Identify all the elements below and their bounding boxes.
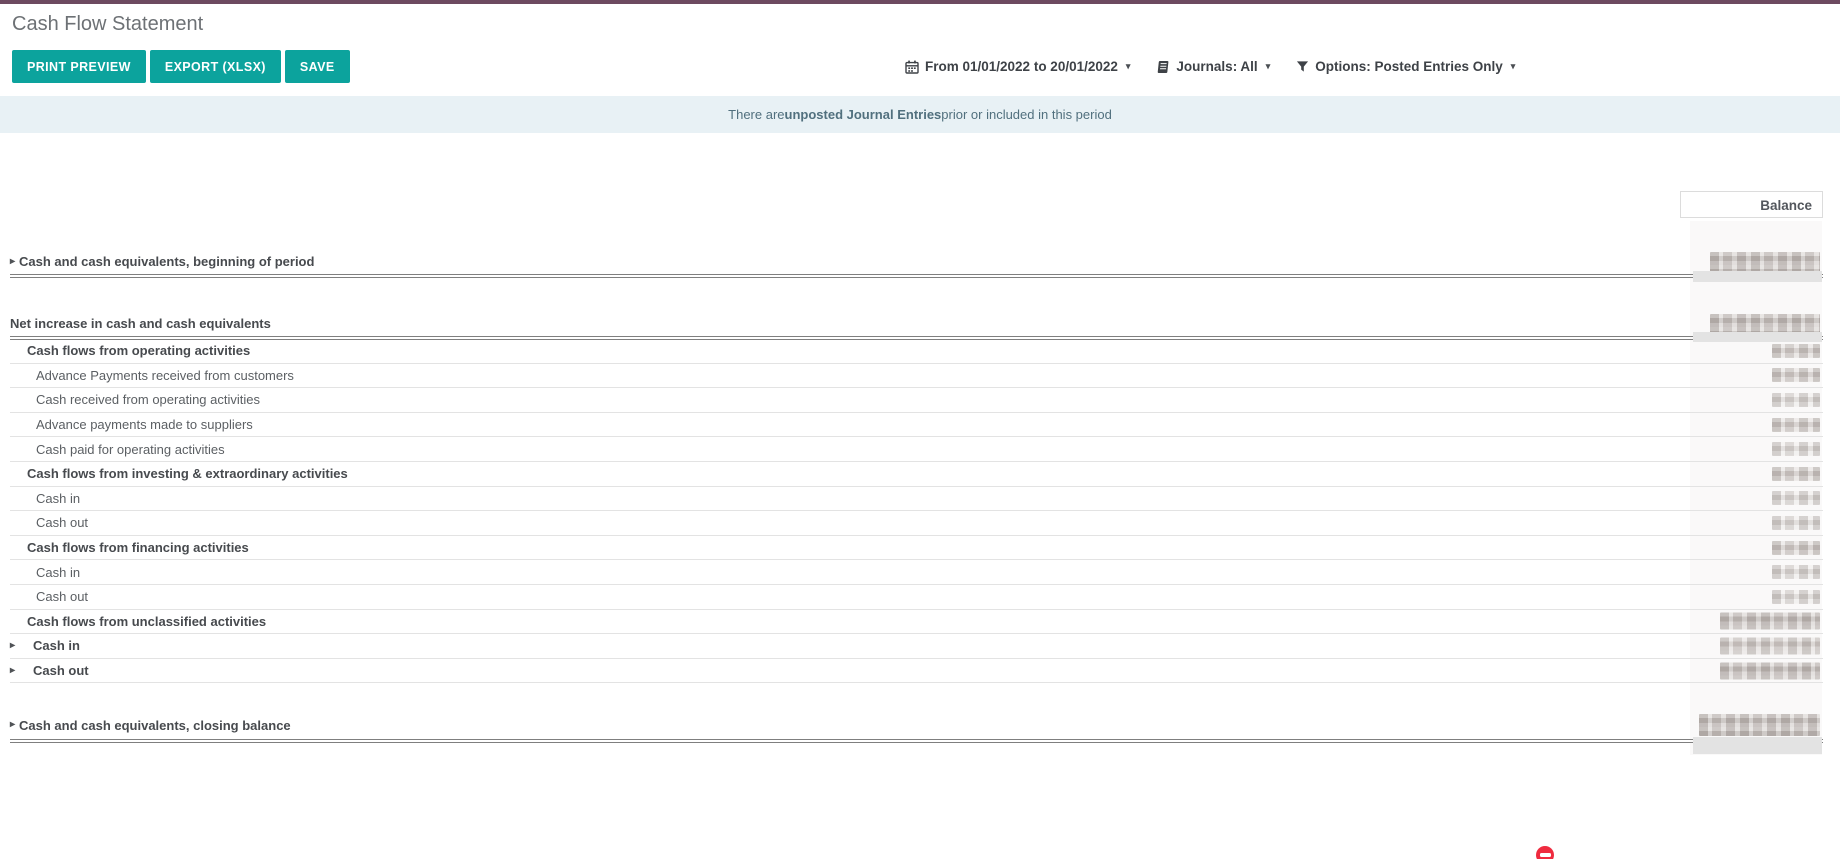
row-label: Cash received from operating activities — [36, 392, 260, 407]
redacted-balance-value — [1772, 516, 1820, 530]
caret-right-icon: ▸ — [10, 665, 15, 675]
redacted-balance-value — [1772, 541, 1820, 555]
redacted-balance-value — [1720, 613, 1820, 630]
redacted-band — [1693, 737, 1822, 754]
table-row-beginning-of-period[interactable]: ▸ Cash and cash equivalents, beginning o… — [10, 249, 1823, 274]
table-row-advance-payments-received[interactable]: Advance Payments received from customers — [10, 364, 1823, 389]
row-label: Cash flows from operating activities — [27, 343, 250, 358]
cash-flow-report-page: Cash Flow Statement PRINT PREVIEW EXPORT… — [0, 0, 1840, 859]
redacted-balance-value — [1772, 442, 1820, 456]
redacted-balance-value — [1772, 467, 1820, 481]
row-label: Cash flows from investing & extraordinar… — [27, 466, 348, 481]
table-row-advance-payments-made[interactable]: Advance payments made to suppliers — [10, 413, 1823, 438]
redacted-balance-value — [1772, 491, 1820, 505]
table-row-net-increase[interactable]: Net increase in cash and cash equivalent… — [10, 311, 1823, 336]
row-label: Cash out — [36, 515, 88, 530]
redacted-band — [1693, 332, 1822, 342]
table-row-investing-cash-in[interactable]: Cash in — [10, 487, 1823, 512]
redacted-balance-value — [1772, 344, 1820, 358]
table-row-unclassified-cash-in[interactable]: ▸ Cash in — [10, 634, 1823, 659]
double-rule — [10, 739, 1823, 743]
row-label: Cash paid for operating activities — [36, 442, 225, 457]
redacted-balance-value — [1710, 252, 1820, 272]
double-rule — [10, 274, 1823, 278]
redacted-balance-value — [1720, 662, 1820, 679]
table-row-investing-activities[interactable]: Cash flows from investing & extraordinar… — [10, 462, 1823, 487]
caret-right-icon: ▸ — [10, 256, 15, 266]
caret-right-icon: ▸ — [10, 720, 15, 730]
table-row-cash-paid-operating[interactable]: Cash paid for operating activities — [10, 437, 1823, 462]
redacted-balance-value — [1772, 565, 1820, 579]
row-label: Cash in — [36, 565, 80, 580]
row-label: Cash flows from unclassified activities — [27, 614, 266, 629]
redacted-balance-value — [1772, 590, 1820, 604]
row-label: Cash flows from financing activities — [27, 540, 249, 555]
row-label: Cash in — [33, 638, 80, 653]
row-label: Advance payments made to suppliers — [36, 417, 253, 432]
row-label: Advance Payments received from customers — [36, 368, 294, 383]
table-row-financing-activities[interactable]: Cash flows from financing activities — [10, 536, 1823, 561]
row-label: Net increase in cash and cash equivalent… — [10, 316, 271, 331]
table-row-cash-received-operating[interactable]: Cash received from operating activities — [10, 388, 1823, 413]
redacted-balance-value — [1710, 314, 1820, 334]
row-label: Cash in — [36, 491, 80, 506]
redacted-balance-value — [1772, 393, 1820, 407]
row-label: Cash out — [33, 663, 89, 678]
table-row-operating-activities[interactable]: Cash flows from operating activities — [10, 339, 1823, 364]
table-row-unclassified-cash-out[interactable]: ▸ Cash out — [10, 659, 1823, 684]
table-row-financing-cash-out[interactable]: Cash out — [10, 585, 1823, 610]
blocked-icon — [1536, 846, 1554, 859]
table-row-unclassified-activities[interactable]: Cash flows from unclassified activities — [10, 610, 1823, 635]
row-label: Cash and cash equivalents, beginning of … — [19, 254, 314, 269]
caret-right-icon: ▸ — [10, 641, 15, 651]
table-row-closing-balance[interactable]: ▸ Cash and cash equivalents, closing bal… — [10, 712, 1823, 738]
redacted-balance-value — [1720, 637, 1820, 654]
redacted-balance-value — [1772, 418, 1820, 432]
row-label: Cash and cash equivalents, closing balan… — [19, 718, 291, 733]
redacted-balance-value — [1699, 714, 1820, 736]
table-row-financing-cash-in[interactable]: Cash in — [10, 560, 1823, 585]
redacted-balance-value — [1772, 368, 1820, 382]
cash-flow-table: ▸ Cash and cash equivalents, beginning o… — [10, 0, 1823, 859]
double-rule — [10, 336, 1823, 340]
row-label: Cash out — [36, 589, 88, 604]
redacted-band — [1693, 271, 1822, 282]
table-row-investing-cash-out[interactable]: Cash out — [10, 511, 1823, 536]
